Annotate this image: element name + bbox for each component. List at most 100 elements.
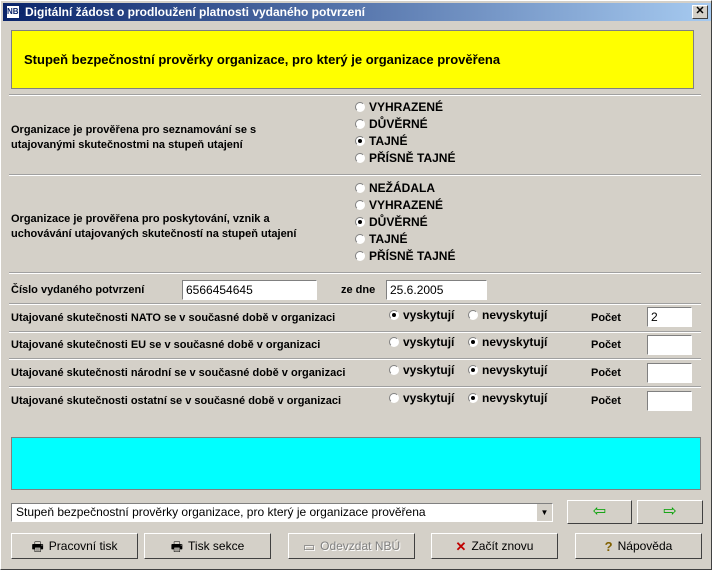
- radio-dot: [355, 153, 365, 163]
- radio-s2-vyhrazene[interactable]: VYHRAZENÉ: [355, 198, 443, 212]
- window-title: Digitální žádost o prodloužení platnosti…: [25, 5, 366, 19]
- section1-label-line1: Organizace je prověřena pro seznamování …: [11, 124, 257, 136]
- section-select[interactable]: Stupeň bezpečnostní prověrky organizace,…: [11, 503, 553, 522]
- radio-dot: [389, 365, 399, 375]
- divider: [9, 386, 701, 388]
- radio-nato-yes[interactable]: vyskytují: [389, 308, 454, 322]
- radio-s1-tajne[interactable]: TAJNÉ: [355, 134, 407, 148]
- radio-label: PŘÍSNĚ TAJNÉ: [369, 151, 456, 165]
- next-button[interactable]: ⇨: [637, 500, 703, 524]
- divider: [9, 272, 701, 274]
- radio-dot-selected: [468, 365, 478, 375]
- fact-row-nato-label: Utajované skutečnosti NATO se v současné…: [11, 312, 336, 324]
- radio-dot-selected: [468, 393, 478, 403]
- radio-label: nevyskytují: [482, 363, 548, 377]
- certificate-date-label: ze dne: [341, 284, 376, 296]
- radio-s1-prisne-tajne[interactable]: PŘÍSNĚ TAJNÉ: [355, 151, 455, 165]
- submit-icon: ▭: [302, 539, 316, 554]
- divider: [9, 358, 701, 360]
- radio-label: VYHRAZENÉ: [369, 198, 444, 212]
- radio-national-no[interactable]: nevyskytují: [468, 363, 547, 377]
- radio-dot: [355, 251, 365, 261]
- button-label: Tisk sekce: [188, 539, 245, 553]
- radio-dot: [355, 183, 365, 193]
- divider: [9, 303, 701, 305]
- help-icon: ?: [604, 539, 613, 554]
- count-input-eu[interactable]: [647, 335, 692, 355]
- button-label: Nápověda: [617, 539, 673, 553]
- radio-other-yes[interactable]: vyskytují: [389, 391, 454, 405]
- print-work-button[interactable]: 🖶 Pracovní tisk: [11, 533, 138, 559]
- section-banner: Stupeň bezpečnostní prověrky organizace,…: [11, 30, 694, 89]
- radio-dot-selected: [355, 136, 365, 146]
- divider: [9, 94, 701, 96]
- radio-label: PŘÍSNĚ TAJNÉ: [369, 249, 456, 263]
- x-icon: ✕: [455, 539, 467, 554]
- button-label: Odevzdat NBÚ: [320, 539, 401, 553]
- arrow-right-icon: ⇨: [663, 503, 677, 520]
- section2-label-line1: Organizace je prověřena pro poskytování,…: [11, 213, 270, 225]
- radio-dot: [389, 393, 399, 403]
- certificate-number-label: Číslo vydaného potvrzení: [11, 284, 145, 296]
- radio-label: vyskytují: [403, 308, 455, 322]
- print-section-button[interactable]: 🖶 Tisk sekce: [144, 533, 271, 559]
- radio-other-no[interactable]: nevyskytují: [468, 391, 547, 405]
- radio-s2-nezadala[interactable]: NEŽÁDALA: [355, 181, 435, 195]
- radio-label: nevyskytují: [482, 391, 548, 405]
- app-icon: NBÚ: [6, 5, 24, 19]
- radio-label: DŮVĚRNÉ: [369, 215, 428, 229]
- radio-s2-duverne[interactable]: DŮVĚRNÉ: [355, 215, 428, 229]
- count-label: Počet: [591, 339, 621, 351]
- fact-row-other-label: Utajované skutečnosti ostatní se v souča…: [11, 395, 342, 407]
- radio-dot: [355, 102, 365, 112]
- app-window: NBÚ Digitální žádost o prodloužení platn…: [0, 0, 712, 570]
- section1-label-line2: utajovanými skutečnostmi na stupeň utaje…: [11, 139, 243, 151]
- section-select-value: Stupeň bezpečnostní prověrky organizace,…: [16, 505, 426, 519]
- submit-nbu-button[interactable]: ▭ Odevzdat NBÚ: [288, 533, 415, 559]
- radio-label: vyskytují: [403, 363, 455, 377]
- section2-label-line2: uchovávání utajovaných skutečností na st…: [11, 228, 297, 240]
- printer-icon: 🖶: [31, 539, 44, 554]
- radio-dot-selected: [468, 337, 478, 347]
- radio-dot: [355, 234, 365, 244]
- fact-row-eu-label: Utajované skutečnosti EU se v současné d…: [11, 339, 321, 351]
- radio-label: vyskytují: [403, 391, 455, 405]
- radio-s1-duverne[interactable]: DŮVĚRNÉ: [355, 117, 428, 131]
- restart-button[interactable]: ✕ Začít znovu: [431, 533, 558, 559]
- certificate-date-input[interactable]: 25.6.2005: [386, 280, 487, 300]
- radio-dot-selected: [355, 217, 365, 227]
- radio-s2-tajne[interactable]: TAJNÉ: [355, 232, 407, 246]
- radio-nato-no[interactable]: nevyskytují: [468, 308, 547, 322]
- count-label: Počet: [591, 367, 621, 379]
- prev-button[interactable]: ⇦: [567, 500, 632, 524]
- count-input-other[interactable]: [647, 391, 692, 411]
- info-panel: [11, 437, 701, 490]
- radio-label: TAJNÉ: [369, 232, 408, 246]
- radio-dot-selected: [389, 310, 399, 320]
- banner-text: Stupeň bezpečnostní prověrky organizace,…: [24, 52, 501, 67]
- radio-s1-vyhrazene[interactable]: VYHRAZENÉ: [355, 100, 443, 114]
- radio-label: nevyskytují: [482, 308, 548, 322]
- chevron-down-icon[interactable]: ▼: [536, 504, 552, 521]
- close-button[interactable]: ✕: [692, 5, 708, 19]
- fact-row-national-label: Utajované skutečnosti národní se v souča…: [11, 367, 346, 379]
- radio-eu-no[interactable]: nevyskytují: [468, 335, 547, 349]
- count-input-nato[interactable]: 2: [647, 307, 692, 327]
- certificate-number-input[interactable]: 6566454645: [182, 280, 317, 300]
- button-label: Pracovní tisk: [48, 539, 118, 553]
- count-label: Počet: [591, 395, 621, 407]
- radio-national-yes[interactable]: vyskytují: [389, 363, 454, 377]
- radio-label: TAJNÉ: [369, 134, 408, 148]
- help-button[interactable]: ? Nápověda: [575, 533, 702, 559]
- radio-dot: [468, 310, 478, 320]
- arrow-left-icon: ⇦: [592, 503, 607, 520]
- count-label: Počet: [591, 312, 621, 324]
- radio-label: DŮVĚRNÉ: [369, 117, 428, 131]
- divider: [9, 174, 701, 176]
- radio-eu-yes[interactable]: vyskytují: [389, 335, 454, 349]
- button-label: Začít znovu: [471, 539, 534, 553]
- count-input-national[interactable]: [647, 363, 692, 383]
- radio-s2-prisne-tajne[interactable]: PŘÍSNĚ TAJNÉ: [355, 249, 455, 263]
- radio-label: vyskytují: [403, 335, 455, 349]
- radio-label: VYHRAZENÉ: [369, 100, 444, 114]
